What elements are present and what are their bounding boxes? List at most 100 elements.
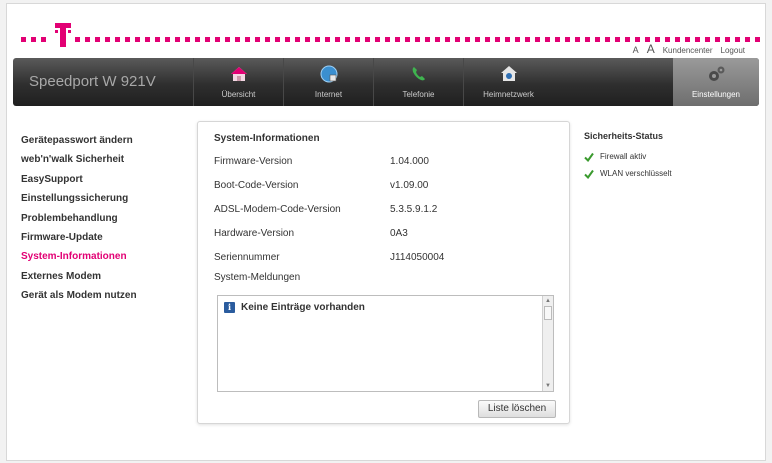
brand-dot xyxy=(445,36,450,42)
brand-dot xyxy=(605,36,610,42)
brand-dot xyxy=(235,36,240,42)
sidebar-item-system-informationen[interactable]: System-Informationen xyxy=(21,247,191,266)
brand-dot xyxy=(215,36,220,42)
brand-dot xyxy=(475,36,480,42)
phone-icon xyxy=(409,64,429,84)
brand-dot xyxy=(715,36,720,42)
info-label: Firmware-Version xyxy=(214,156,293,167)
main-navigation: Speedport W 921V Übersicht Internet Tele… xyxy=(13,58,759,106)
brand-dot xyxy=(265,36,270,42)
nav-telefonie[interactable]: Telefonie xyxy=(373,58,463,106)
security-status-title: Sicherheits-Status xyxy=(584,131,664,141)
kundencenter-link[interactable]: Kundencenter xyxy=(663,46,713,55)
nav-uebersicht[interactable]: Übersicht xyxy=(193,58,283,106)
info-value: 5.3.5.9.1.2 xyxy=(390,204,438,215)
info-icon: i xyxy=(224,302,235,313)
logout-link[interactable]: Logout xyxy=(721,46,745,55)
status-wlan: WLAN verschlüsselt xyxy=(584,165,754,182)
router-ui-frame: A A Kundencenter Logout Speedport W 921V… xyxy=(6,3,766,461)
brand-dot xyxy=(555,36,560,42)
info-label: ADSL-Modem-Code-Version xyxy=(214,204,341,215)
nav-label: Internet xyxy=(314,90,343,99)
device-name: Speedport W 921V xyxy=(29,73,156,90)
nav-einstellungen[interactable]: Einstellungen xyxy=(673,58,759,106)
brand-dot xyxy=(655,36,660,42)
brand-dot xyxy=(175,36,180,42)
brand-dot xyxy=(165,36,170,42)
brand-dot xyxy=(535,36,540,42)
brand-dot xyxy=(625,36,630,42)
sidebar-item-externes-modem[interactable]: Externes Modem xyxy=(21,267,191,286)
nav-label: Telefonie xyxy=(402,90,435,99)
status-firewall: Firewall aktiv xyxy=(584,148,754,165)
brand-dot xyxy=(725,36,730,42)
status-label: Firewall aktiv xyxy=(600,152,647,161)
scroll-down-arrow-icon[interactable]: ▼ xyxy=(544,382,552,390)
brand-dot xyxy=(585,36,590,42)
info-value: 0A3 xyxy=(390,228,408,239)
brand-dot xyxy=(315,36,320,42)
settings-sidebar: Gerätepasswort ändern web'n'walk Sicherh… xyxy=(21,131,191,306)
telekom-t-logo[interactable] xyxy=(55,23,71,47)
brand-dot xyxy=(275,36,280,42)
brand-dot xyxy=(485,36,490,42)
nav-label: Heimnetzwerk xyxy=(483,90,534,99)
brand-dot xyxy=(545,36,550,42)
brand-dot xyxy=(325,36,330,42)
brand-dot xyxy=(515,36,520,42)
system-messages-heading: System-Meldungen xyxy=(214,272,301,283)
system-messages-list[interactable]: i Keine Einträge vorhanden ▲ ▼ xyxy=(217,295,554,392)
empty-messages-notice: i Keine Einträge vorhanden xyxy=(224,302,365,313)
brand-dot xyxy=(635,36,640,42)
info-label: Seriennummer xyxy=(214,252,280,263)
checkmark-icon xyxy=(584,169,594,179)
sidebar-item-einstellungssicherung[interactable]: Einstellungssicherung xyxy=(21,189,191,208)
brand-dot xyxy=(85,36,90,42)
nav-heimnetzwerk[interactable]: Heimnetzwerk xyxy=(463,58,553,106)
sidebar-item-problembehandlung[interactable]: Problembehandlung xyxy=(21,209,191,228)
security-status: Sicherheits-Status Firewall aktiv WLAN v… xyxy=(584,131,754,182)
brand-dot xyxy=(135,36,140,42)
sidebar-item-firmware-update[interactable]: Firmware-Update xyxy=(21,228,191,247)
sidebar-item-webnwalk[interactable]: web'n'walk Sicherheit xyxy=(21,150,191,169)
brand-dot xyxy=(195,36,200,42)
brand-dot xyxy=(595,36,600,42)
messages-scrollbar[interactable]: ▲ ▼ xyxy=(542,296,553,391)
brand-dot xyxy=(645,36,650,42)
brand-dot xyxy=(355,36,360,42)
brand-dot xyxy=(375,36,380,42)
brand-dot xyxy=(735,36,740,42)
brand-dot xyxy=(125,36,130,42)
panel-title: System-Informationen xyxy=(214,133,320,144)
brand-dot xyxy=(385,36,390,42)
brand-dot xyxy=(145,36,150,42)
clear-list-button[interactable]: Liste löschen xyxy=(478,400,556,418)
brand-dot xyxy=(295,36,300,42)
top-links: A A Kundencenter Logout xyxy=(633,42,745,56)
brand-dot xyxy=(345,36,350,42)
info-label: Hardware-Version xyxy=(214,228,295,239)
brand-dot xyxy=(255,36,260,42)
scroll-up-arrow-icon[interactable]: ▲ xyxy=(544,297,552,305)
sidebar-item-easysupport[interactable]: EasySupport xyxy=(21,170,191,189)
sidebar-item-geraetepasswort[interactable]: Gerätepasswort ändern xyxy=(21,131,191,150)
font-size-small-link[interactable]: A xyxy=(633,45,639,55)
brand-dot xyxy=(425,36,430,42)
nav-internet[interactable]: Internet xyxy=(283,58,373,106)
brand-dot xyxy=(675,36,680,42)
scrollbar-thumb[interactable] xyxy=(544,306,552,320)
info-value: v1.09.00 xyxy=(390,180,429,191)
nav-label: Übersicht xyxy=(221,90,256,99)
gears-icon xyxy=(706,64,726,84)
brand-dot xyxy=(115,36,120,42)
info-value: 1.04.000 xyxy=(390,156,429,167)
brand-dot xyxy=(285,36,290,42)
brand-dot xyxy=(305,36,310,42)
checkmark-icon xyxy=(584,152,594,162)
nav-label: Einstellungen xyxy=(691,90,741,99)
sidebar-item-geraet-als-modem[interactable]: Gerät als Modem nutzen xyxy=(21,286,191,305)
font-size-large-link[interactable]: A xyxy=(647,42,655,56)
brand-dot xyxy=(665,36,670,42)
brand-dot xyxy=(245,36,250,42)
